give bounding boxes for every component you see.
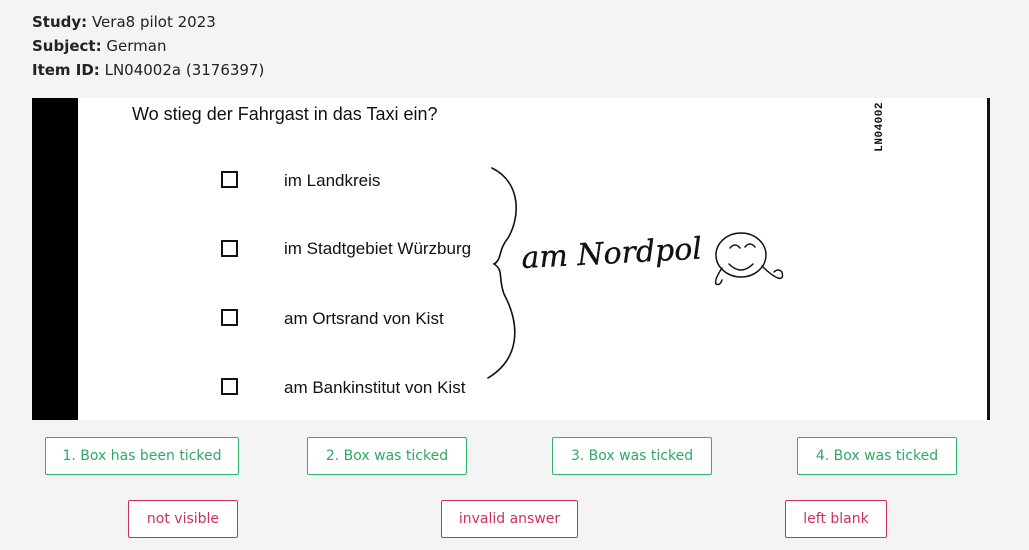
smiley-icon bbox=[714, 232, 784, 286]
subject-value: German bbox=[106, 37, 167, 55]
box-3-ticked-button[interactable]: 3. Box was ticked bbox=[552, 437, 712, 475]
invalid-answer-button[interactable]: invalid answer bbox=[441, 500, 578, 538]
subject-row: Subject: German bbox=[32, 34, 264, 58]
study-label: Study: bbox=[32, 13, 88, 31]
subject-label: Subject: bbox=[32, 37, 102, 55]
handwritten-text: am Nordpol bbox=[521, 232, 703, 276]
item-metadata: Study: Vera8 pilot 2023 Subject: German … bbox=[32, 10, 264, 82]
box-1-ticked-button[interactable]: 1. Box has been ticked bbox=[45, 437, 239, 475]
item-id-value: LN04002a (3176397) bbox=[104, 61, 265, 79]
handwritten-annotation: am Nordpol bbox=[487, 167, 784, 379]
left-blank-button[interactable]: left blank bbox=[785, 500, 887, 538]
not-visible-button[interactable]: not visible bbox=[128, 500, 238, 538]
box-2-ticked-button[interactable]: 2. Box was ticked bbox=[307, 437, 467, 475]
item-id-row: Item ID: LN04002a (3176397) bbox=[32, 58, 264, 82]
handwritten-brace bbox=[487, 167, 517, 379]
study-row: Study: Vera8 pilot 2023 bbox=[32, 10, 264, 34]
study-value: Vera8 pilot 2023 bbox=[91, 13, 216, 31]
scanned-answer-image: Wo stieg der Fahrgast in das Taxi ein? L… bbox=[32, 98, 990, 420]
box-4-ticked-button[interactable]: 4. Box was ticked bbox=[797, 437, 957, 475]
item-id-label: Item ID: bbox=[32, 61, 100, 79]
